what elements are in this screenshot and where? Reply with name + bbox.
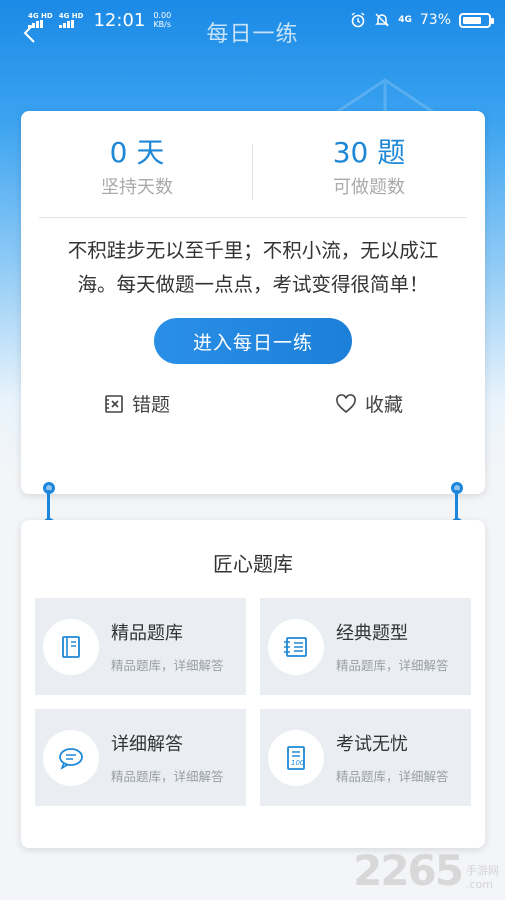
heart-icon xyxy=(336,393,356,413)
tile-icon-circle: 100 xyxy=(268,729,324,786)
stats-row: 0 天 坚持天数 30 题 可做题数 xyxy=(21,111,485,217)
svg-text:100: 100 xyxy=(291,759,305,767)
enter-daily-practice-button[interactable]: 进入每日一练 xyxy=(154,318,352,364)
streak-days-label: 坚持天数 xyxy=(101,177,173,198)
score-paper-icon: 100 xyxy=(287,745,305,770)
book-icon xyxy=(62,635,80,658)
wrong-questions-label: 错题 xyxy=(131,394,170,416)
library-grid: 精品题库 精品题库，详细解答 经典题型 精品题库，详细解答 详细解答 精品题库，… xyxy=(21,598,485,806)
quick-actions: 错题 收藏 xyxy=(21,390,485,417)
tile-text: 精品题库 精品题库，详细解答 xyxy=(111,619,224,674)
streak-days-value: 0 天 xyxy=(109,136,165,169)
wrong-questions-button[interactable]: 错题 xyxy=(21,390,253,417)
tile-icon-circle xyxy=(43,729,99,786)
question-library-card: 匠心题库 精品题库 精品题库，详细解答 经典题型 精品题库，详细解答 详细解答 … xyxy=(21,520,485,848)
tile-icon-circle xyxy=(268,618,324,675)
library-title: 匠心题库 xyxy=(213,552,293,576)
tile-subtitle: 精品题库，详细解答 xyxy=(111,769,224,784)
chat-bubble-icon xyxy=(59,747,83,770)
library-tile-premium[interactable]: 精品题库 精品题库，详细解答 xyxy=(35,598,246,695)
tile-title: 精品题库 xyxy=(111,623,183,644)
tile-text: 详细解答 精品题库，详细解答 xyxy=(111,730,224,785)
tile-title: 考试无忧 xyxy=(336,734,408,755)
library-tile-exam[interactable]: 100 考试无忧 精品题库，详细解答 xyxy=(260,709,471,806)
page-title: 每日一练 xyxy=(206,22,299,47)
questions-stat: 30 题 可做题数 xyxy=(253,135,485,217)
stats-divider xyxy=(252,144,253,200)
tile-subtitle: 精品题库，详细解答 xyxy=(336,658,449,673)
favorites-label: 收藏 xyxy=(364,394,403,416)
tile-title: 经典题型 xyxy=(336,623,408,644)
tile-subtitle: 精品题库，详细解答 xyxy=(111,658,224,673)
notebook-icon xyxy=(284,636,307,657)
favorites-button[interactable]: 收藏 xyxy=(253,390,485,417)
tile-text: 经典题型 精品题库，详细解答 xyxy=(336,619,449,674)
wrong-book-icon xyxy=(105,394,123,413)
watermark-text: 手游网 .com xyxy=(466,864,499,892)
watermark-cn: 手游网 xyxy=(466,864,499,877)
site-watermark: 2265 手游网 .com xyxy=(353,850,499,892)
watermark-number: 2265 xyxy=(353,846,464,895)
streak-stat: 0 天 坚持天数 xyxy=(21,135,253,217)
watermark-domain: .com xyxy=(466,878,493,891)
questions-count-label: 可做题数 xyxy=(333,177,405,198)
library-tile-answers[interactable]: 详细解答 精品题库，详细解答 xyxy=(35,709,246,806)
tile-subtitle: 精品题库，详细解答 xyxy=(336,769,449,784)
motivational-quote: 不积跬步无以至千里；不积小流，无以成江海。每天做题一点点，考试变得很简单！ xyxy=(67,239,439,296)
tile-title: 详细解答 xyxy=(111,734,183,755)
library-tile-classic[interactable]: 经典题型 精品题库，详细解答 xyxy=(260,598,471,695)
tile-icon-circle xyxy=(43,618,99,675)
tile-text: 考试无忧 精品题库，详细解答 xyxy=(336,730,449,785)
questions-count-value: 30 题 xyxy=(332,136,406,169)
practice-card: 0 天 坚持天数 30 题 可做题数 不积跬步无以至千里；不积小流，无以成江海。… xyxy=(21,111,485,494)
